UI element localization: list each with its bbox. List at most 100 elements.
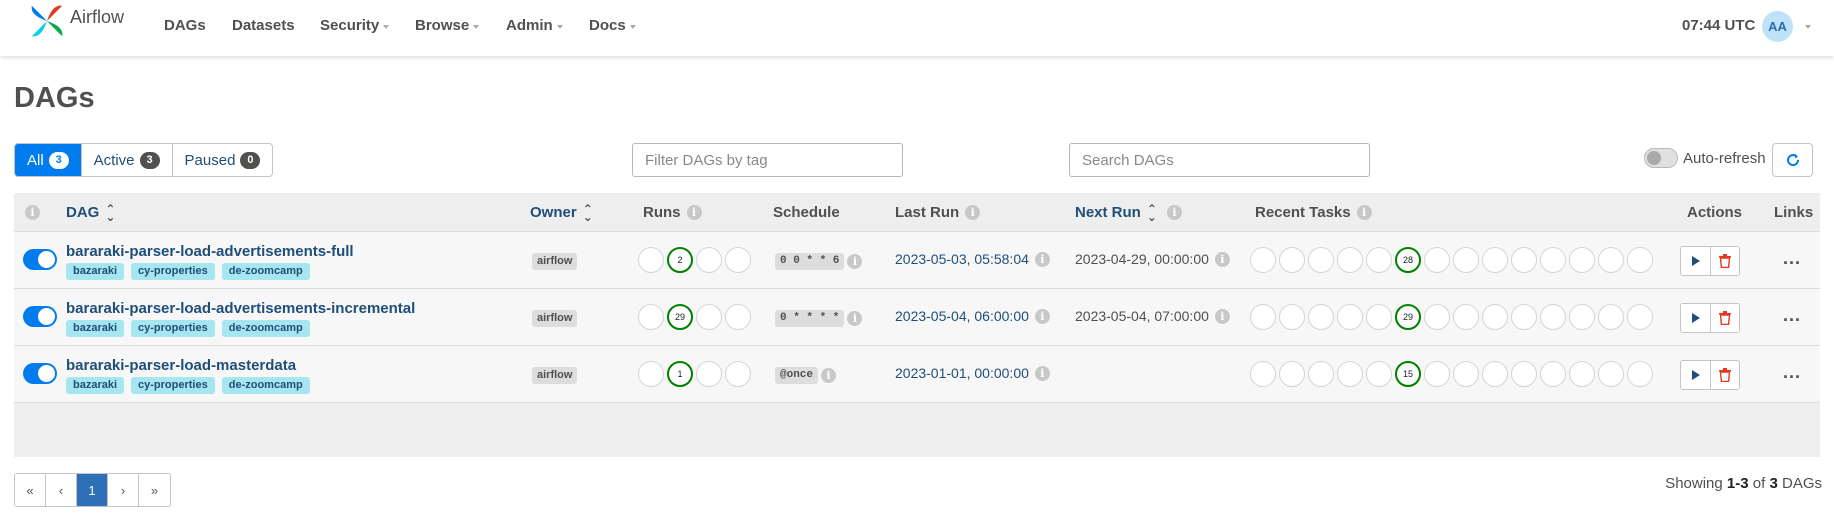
task-status-empty[interactable] <box>1453 304 1479 330</box>
delete-dag-button[interactable] <box>1710 247 1739 275</box>
dag-pause-toggle[interactable] <box>23 306 57 327</box>
task-status-empty[interactable] <box>1540 304 1566 330</box>
last-run[interactable]: 2023-05-03, 05:58:04 i <box>895 251 1050 267</box>
run-status-empty[interactable] <box>725 247 751 273</box>
run-status-empty[interactable] <box>638 361 664 387</box>
task-status-empty[interactable] <box>1366 247 1392 273</box>
task-status-empty[interactable] <box>1308 247 1334 273</box>
run-status-empty[interactable] <box>725 361 751 387</box>
task-status-empty[interactable] <box>1279 304 1305 330</box>
owner-badge[interactable]: airflow <box>532 310 578 327</box>
task-status-success[interactable]: 15 <box>1395 361 1421 387</box>
run-status-empty[interactable] <box>696 247 722 273</box>
last-run[interactable]: 2023-01-01, 00:00:00 i <box>895 365 1050 381</box>
header-dag[interactable]: DAG ⌃ ⌄ <box>66 203 115 223</box>
run-status-empty[interactable] <box>638 304 664 330</box>
trigger-dag-button[interactable] <box>1681 247 1710 275</box>
task-status-success[interactable]: 28 <box>1395 247 1421 273</box>
auto-refresh-toggle[interactable] <box>1644 148 1678 168</box>
last-run-value[interactable]: 2023-05-03, 05:58:04 <box>895 251 1029 267</box>
task-status-empty[interactable] <box>1337 361 1363 387</box>
nav-datasets[interactable]: Datasets <box>232 17 295 34</box>
info-icon[interactable]: i <box>847 254 863 269</box>
nav-security[interactable]: Security <box>320 17 390 34</box>
task-status-empty[interactable] <box>1279 361 1305 387</box>
dag-tag[interactable]: cy-properties <box>131 320 215 337</box>
task-status-empty[interactable] <box>1366 361 1392 387</box>
task-status-empty[interactable] <box>1337 247 1363 273</box>
nav-docs[interactable]: Docs <box>589 17 636 34</box>
dag-tag[interactable]: de-zoomcamp <box>221 320 310 337</box>
task-status-empty[interactable] <box>1569 304 1595 330</box>
clock-dropdown[interactable]: 07:44 UTC <box>1682 17 1770 34</box>
task-status-empty[interactable] <box>1424 304 1450 330</box>
trigger-dag-button[interactable] <box>1681 361 1710 389</box>
info-icon[interactable]: i <box>1214 251 1230 267</box>
brand-link[interactable]: Airflow <box>28 2 124 40</box>
task-status-empty[interactable] <box>1424 247 1450 273</box>
task-status-empty[interactable] <box>1366 304 1392 330</box>
auto-refresh-control[interactable]: Auto-refresh <box>1644 148 1766 168</box>
dag-pause-toggle[interactable] <box>23 363 57 384</box>
dag-id-link[interactable]: bararaki-parser-load-advertisements-full <box>66 243 354 260</box>
task-status-empty[interactable] <box>1279 247 1305 273</box>
task-status-empty[interactable] <box>1627 247 1653 273</box>
delete-dag-button[interactable] <box>1710 361 1739 389</box>
search-dags-input[interactable] <box>1069 143 1370 177</box>
task-status-empty[interactable] <box>1598 304 1624 330</box>
owner-badge[interactable]: airflow <box>532 253 578 270</box>
dag-tag[interactable]: bazaraki <box>66 320 125 337</box>
task-status-empty[interactable] <box>1569 247 1595 273</box>
info-icon[interactable]: i <box>1034 308 1050 324</box>
task-status-empty[interactable] <box>1424 361 1450 387</box>
task-status-empty[interactable] <box>1337 304 1363 330</box>
task-status-empty[interactable] <box>1598 247 1624 273</box>
page-next-button[interactable]: › <box>108 474 139 506</box>
dag-tag[interactable]: cy-properties <box>131 263 215 280</box>
task-status-empty[interactable] <box>1598 361 1624 387</box>
dag-tag[interactable]: bazaraki <box>66 263 125 280</box>
page-last-button[interactable]: » <box>139 474 170 506</box>
task-status-empty[interactable] <box>1250 247 1276 273</box>
trigger-dag-button[interactable] <box>1681 304 1710 332</box>
task-status-empty[interactable] <box>1569 361 1595 387</box>
dag-tag[interactable]: de-zoomcamp <box>221 377 310 394</box>
dag-id-link[interactable]: bararaki-parser-load-advertisements-incr… <box>66 300 415 317</box>
info-icon[interactable]: i <box>821 368 837 383</box>
user-avatar[interactable]: AA <box>1762 11 1793 42</box>
last-run-value[interactable]: 2023-01-01, 00:00:00 <box>895 365 1029 381</box>
run-status-empty[interactable] <box>725 304 751 330</box>
run-status-success[interactable]: 2 <box>667 247 693 273</box>
dag-pause-toggle[interactable] <box>23 249 57 270</box>
task-status-empty[interactable] <box>1308 361 1334 387</box>
links-menu-button[interactable]: ... <box>1783 362 1801 383</box>
filter-paused-button[interactable]: Paused 0 <box>172 144 273 176</box>
info-icon[interactable]: i <box>1034 251 1050 267</box>
dag-tag[interactable]: bazaraki <box>66 377 125 394</box>
tag-filter-input[interactable] <box>632 143 903 177</box>
task-status-empty[interactable] <box>1511 361 1537 387</box>
run-status-success[interactable]: 1 <box>667 361 693 387</box>
run-status-empty[interactable] <box>638 247 664 273</box>
page-prev-button[interactable]: ‹ <box>46 474 77 506</box>
task-status-empty[interactable] <box>1482 304 1508 330</box>
task-status-empty[interactable] <box>1540 247 1566 273</box>
dag-id-link[interactable]: bararaki-parser-load-masterdata <box>66 357 296 374</box>
task-status-success[interactable]: 29 <box>1395 304 1421 330</box>
nav-admin[interactable]: Admin <box>506 17 563 34</box>
task-status-empty[interactable] <box>1250 304 1276 330</box>
task-status-empty[interactable] <box>1482 247 1508 273</box>
chevron-down-icon[interactable] <box>1805 25 1811 29</box>
last-run-value[interactable]: 2023-05-04, 06:00:00 <box>895 308 1029 324</box>
links-menu-button[interactable]: ... <box>1783 248 1801 269</box>
task-status-empty[interactable] <box>1540 361 1566 387</box>
refresh-button[interactable] <box>1772 143 1813 177</box>
nav-browse[interactable]: Browse <box>415 17 480 34</box>
filter-active-button[interactable]: Active 3 <box>81 144 173 176</box>
run-status-success[interactable]: 29 <box>667 304 693 330</box>
page-current-button[interactable]: 1 <box>77 474 108 506</box>
task-status-empty[interactable] <box>1627 304 1653 330</box>
info-icon[interactable]: i <box>847 311 863 326</box>
header-owner[interactable]: Owner ⌃ ⌄ <box>530 203 593 223</box>
info-icon[interactable]: i <box>1214 308 1230 324</box>
